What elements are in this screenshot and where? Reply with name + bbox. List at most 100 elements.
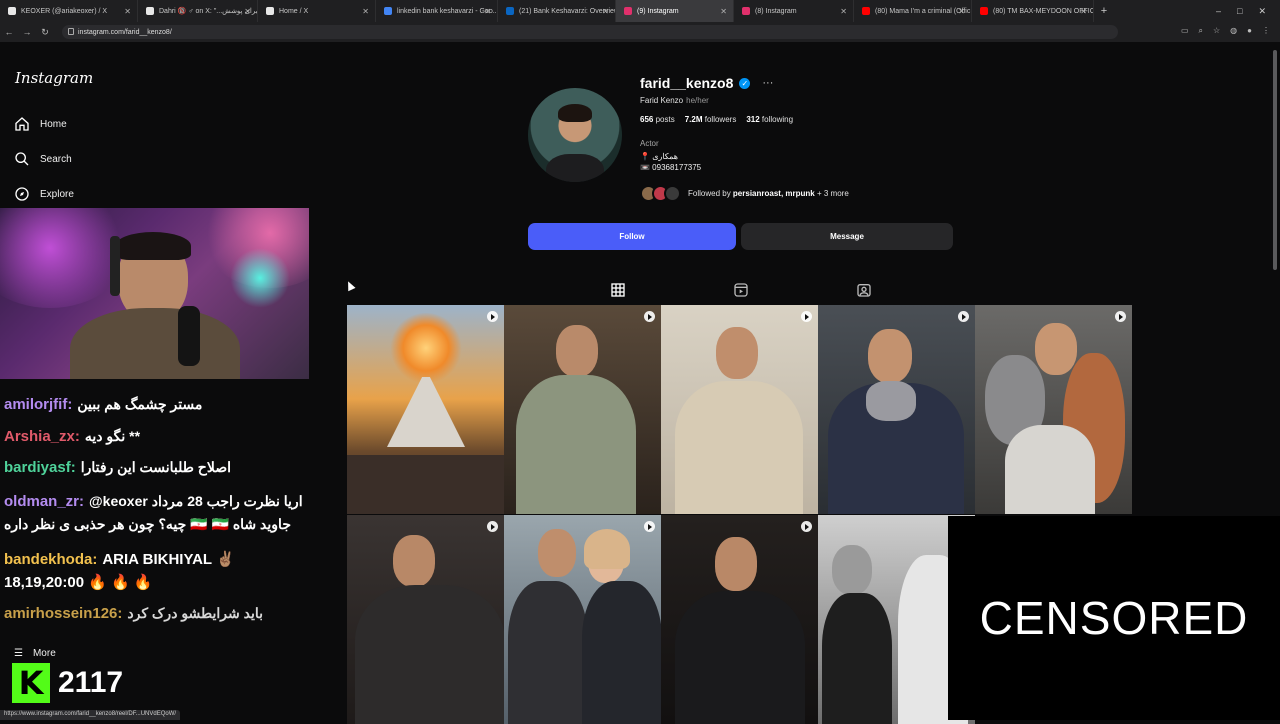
- zoom-icon[interactable]: ⌕: [1199, 26, 1203, 36]
- sidebar-item-search[interactable]: Search: [14, 151, 72, 167]
- kick-logo-icon: K: [12, 663, 50, 703]
- bookmark-star-icon[interactable]: ☆: [1213, 26, 1220, 36]
- url-field[interactable]: instagram.com/farid__kenzo8/: [62, 25, 1118, 39]
- reel-icon: [958, 311, 969, 322]
- tab-title: (9) Instagram: [637, 7, 679, 15]
- chat-text: چیه؟ چون هر حذبی ی نظر داره 🇮🇷 🇮🇷 جاوید …: [4, 516, 291, 532]
- tab-close-icon[interactable]: ✕: [1080, 7, 1087, 16]
- site-info-icon[interactable]: [68, 28, 74, 35]
- maximize-icon[interactable]: □: [1237, 6, 1242, 16]
- chat-message-continued: چیه؟ چون هر حذبی ی نظر داره 🇮🇷 🇮🇷 جاوید …: [4, 516, 291, 534]
- kick-viewer-badge: K 2117: [12, 663, 123, 703]
- tab-favicon-icon: [384, 7, 392, 15]
- browser-tab[interactable]: (8) Instagram ✕: [734, 0, 854, 22]
- reels-icon[interactable]: [733, 282, 749, 298]
- bio-line: 📍 همکاری: [640, 152, 679, 161]
- reel-icon: [487, 311, 498, 322]
- bio-phone: 📼 09368177375: [640, 163, 702, 172]
- tab-close-icon[interactable]: ✕: [362, 7, 369, 16]
- post-tile[interactable]: [818, 305, 975, 514]
- tab-close-icon[interactable]: ✕: [244, 7, 251, 16]
- chat-username: bardiyasf:: [4, 459, 76, 476]
- browser-tab[interactable]: Home / X ✕: [258, 0, 376, 22]
- tab-favicon-icon: [8, 7, 16, 15]
- viewer-count: 2117: [58, 666, 124, 699]
- tab-close-icon[interactable]: ✕: [720, 7, 727, 16]
- post-tile[interactable]: [347, 305, 504, 514]
- browser-tab[interactable]: (9) Instagram ✕: [616, 0, 734, 22]
- window-controls: – □ ✕: [1216, 0, 1280, 22]
- verified-badge-icon: ✓: [739, 77, 751, 89]
- post-tile[interactable]: [504, 515, 661, 724]
- reload-icon[interactable]: ↻: [36, 27, 54, 38]
- follow-button[interactable]: Follow: [528, 223, 736, 250]
- reel-icon: [487, 521, 498, 532]
- tab-close-icon[interactable]: ✕: [840, 7, 847, 16]
- chat-text: باید شرایطشو درک کرد: [127, 605, 264, 621]
- menu-kebab-icon[interactable]: ⋮: [1262, 26, 1270, 36]
- posts-grid-icon[interactable]: [610, 282, 626, 298]
- instagram-logo[interactable]: Instagram: [15, 69, 93, 87]
- browser-tab[interactable]: (80) TM BAX-MEYDOON OFFICI... ✕: [972, 0, 1094, 22]
- chat-message: Arshia_zx: نگو دیه **: [4, 428, 140, 446]
- sidebar-item-label: Home: [40, 118, 67, 130]
- minimize-icon[interactable]: –: [1216, 6, 1221, 16]
- profile-avatar[interactable]: [528, 88, 622, 182]
- post-tile[interactable]: [661, 305, 818, 514]
- message-button[interactable]: Message: [741, 223, 953, 250]
- more-options-icon[interactable]: ···: [762, 77, 773, 89]
- page-scrollbar[interactable]: [1273, 50, 1277, 270]
- followed-by[interactable]: Followed by persianroast, mrpunk + 3 mor…: [640, 185, 849, 202]
- chat-message: amilorjfif: مستر چشمگ هم ببین: [4, 396, 202, 414]
- post-tile[interactable]: [975, 305, 1132, 514]
- chat-message-continued: 18,19,20:00 🔥 🔥 🔥: [4, 573, 153, 592]
- following-count[interactable]: 312 following: [746, 115, 793, 124]
- sidebar-item-more[interactable]: ☰ More: [14, 648, 56, 659]
- tab-title: linkedin bank keshavarzi - Goo...: [397, 7, 498, 15]
- profile-icon[interactable]: ●: [1247, 26, 1252, 36]
- follower-avatar: [664, 185, 681, 202]
- profile-full-name: Farid Kenzo he/her: [640, 96, 709, 105]
- home-icon: [15, 117, 29, 131]
- extension-icon[interactable]: ◍: [1230, 26, 1237, 36]
- tab-favicon-icon: [146, 7, 154, 15]
- browser-tab-bar: KEOXER (@ariakeoxer) / X ✕ Dahri 🔞 ♂ on X:…: [0, 0, 1280, 22]
- sidebar-item-home[interactable]: Home: [14, 116, 67, 132]
- pronouns: he/her: [686, 96, 709, 105]
- sidebar-item-label: Search: [40, 153, 72, 165]
- chat-text: ARIA BIKHIYAL ✌🏽: [102, 551, 235, 568]
- close-icon[interactable]: ✕: [1258, 6, 1266, 17]
- post-tile[interactable]: [661, 515, 818, 724]
- sidebar-item-explore[interactable]: Explore: [14, 186, 74, 202]
- browser-tab[interactable]: Dahri 🔞 ♂ on X: "...برای پوشش ✕: [138, 0, 258, 22]
- tab-favicon-icon: [980, 7, 988, 15]
- tab-close-icon[interactable]: ✕: [484, 7, 491, 16]
- browser-tools: ▭ ⌕ ☆ ◍ ● ⋮: [1181, 26, 1270, 36]
- followers-count[interactable]: 7.2M followers: [685, 115, 737, 124]
- forward-icon[interactable]: →: [18, 27, 36, 37]
- back-icon[interactable]: ←: [0, 27, 18, 37]
- compass-icon: [15, 187, 29, 201]
- tab-close-icon[interactable]: ✕: [124, 7, 131, 16]
- tab-favicon-icon: [862, 7, 870, 15]
- post-tile[interactable]: [504, 305, 661, 514]
- post-tile[interactable]: [347, 515, 504, 724]
- new-tab-button[interactable]: +: [1094, 5, 1114, 17]
- browser-tab[interactable]: KEOXER (@ariakeoxer) / X ✕: [0, 0, 138, 22]
- chat-text: مستر چشمگ هم ببین: [77, 396, 203, 412]
- profile-tabs: [347, 276, 1134, 304]
- browser-tab[interactable]: (80) Mama I'm a criminal (Offic... ✕: [854, 0, 972, 22]
- chat-username: oldman_zr:: [4, 493, 85, 510]
- censored-overlay: CENSORED: [948, 516, 1280, 720]
- tab-title: Dahri 🔞 ♂ on X: "...برای پوشش: [159, 8, 258, 15]
- profile-category: Actor: [640, 139, 659, 148]
- tab-title: (8) Instagram: [755, 7, 797, 15]
- cast-icon[interactable]: ▭: [1181, 26, 1189, 36]
- tab-close-icon[interactable]: ✕: [602, 7, 609, 16]
- hamburger-icon: ☰: [14, 648, 23, 659]
- browser-tab[interactable]: (21) Bank Keshavarzi: Overview ✕: [498, 0, 616, 22]
- chat-message: amirhossein126: باید شرایطشو درک کرد: [4, 605, 263, 623]
- tagged-icon[interactable]: [856, 282, 872, 298]
- browser-tab[interactable]: linkedin bank keshavarzi - Goo... ✕: [376, 0, 498, 22]
- tab-close-icon[interactable]: ✕: [958, 7, 965, 16]
